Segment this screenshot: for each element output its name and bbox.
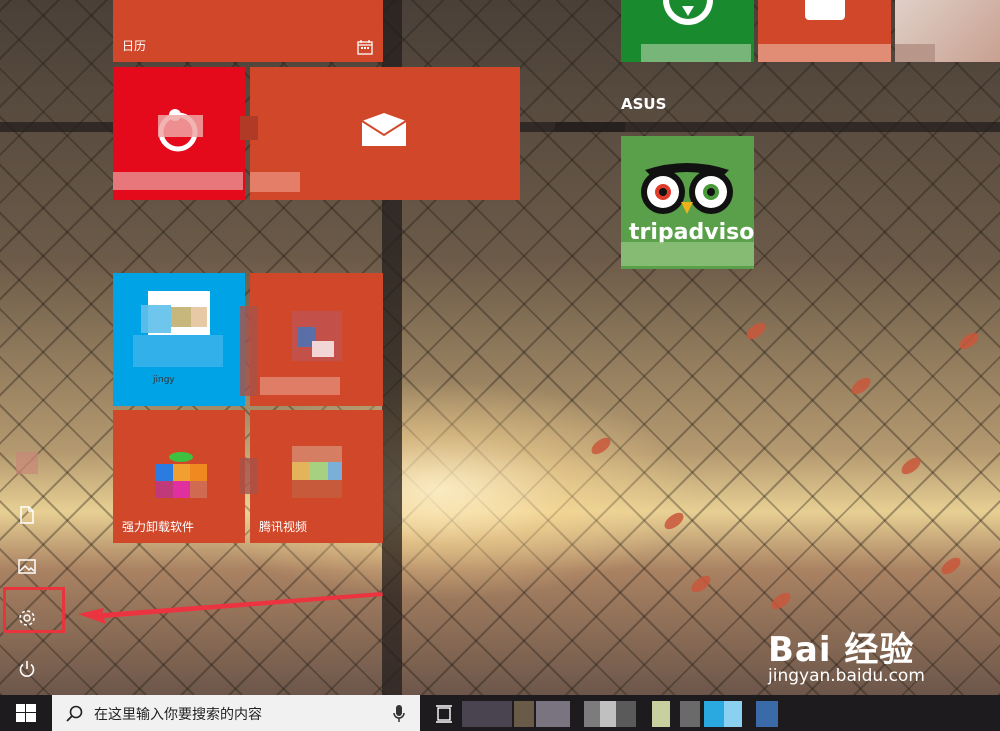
green-app-tile[interactable]	[621, 0, 754, 62]
taskbar-app[interactable]	[600, 701, 616, 727]
pixelated-logo	[191, 307, 207, 327]
pixelated-edge	[240, 116, 258, 140]
calendar-tile[interactable]: 日历	[113, 0, 383, 62]
annotation-arrow	[78, 592, 383, 624]
green-app-logo-icon	[663, 0, 713, 25]
documents-icon[interactable]	[16, 504, 38, 526]
uninstaller-tile[interactable]: 强力卸载软件	[113, 410, 245, 543]
netease-music-tile[interactable]	[113, 67, 245, 200]
pixelated-label	[641, 44, 751, 62]
colorful-app-tile[interactable]	[250, 273, 383, 406]
taskbar-app[interactable]	[616, 701, 636, 727]
pixelated-label	[758, 44, 891, 62]
power-icon[interactable]	[16, 658, 38, 680]
tencent-video-label: 腾讯视频	[259, 520, 308, 534]
photo-tile[interactable]	[895, 0, 1000, 62]
pixelated-edge	[240, 458, 258, 494]
calendar-icon	[357, 40, 373, 55]
taskbar-app[interactable]	[584, 701, 600, 727]
pixelated-logo	[171, 307, 191, 327]
pixelated-logo	[312, 341, 334, 357]
search-icon	[66, 705, 83, 722]
pixelated-label	[621, 242, 754, 266]
settings-highlight-box	[3, 587, 65, 633]
taskbar-app[interactable]	[652, 701, 670, 727]
baidu-jingyan-watermark: Bai 经验 jingyan.baidu.com	[760, 620, 990, 690]
pixelated-label	[250, 172, 300, 192]
windows-logo-icon	[16, 704, 36, 722]
pixelated-label	[113, 172, 243, 190]
tencent-video-tile[interactable]: 腾讯视频	[250, 410, 383, 543]
watermark-main: Bai 经验	[768, 630, 915, 670]
user-avatar[interactable]	[16, 452, 38, 474]
start-button[interactable]	[0, 695, 52, 731]
tencent-video-icon	[292, 446, 342, 498]
uninstaller-label: 强力卸载软件	[122, 520, 195, 534]
blue-app-tile[interactable]: jingy	[113, 273, 245, 406]
orange-app-tile[interactable]	[758, 0, 891, 62]
taskbar-app[interactable]	[680, 701, 700, 727]
mail-tile[interactable]	[250, 67, 520, 200]
taskbar-app[interactable]	[514, 701, 534, 727]
mail-envelope-icon	[361, 113, 407, 146]
wallpaper-rail-segment	[555, 122, 625, 132]
pixelated-label	[260, 377, 340, 395]
task-view-icon[interactable]	[436, 705, 452, 723]
taskbar-app[interactable]	[536, 701, 570, 727]
pixelated-logo	[158, 115, 203, 137]
asus-group-title: ASUS	[621, 95, 667, 113]
taskbar: 在这里输入你要搜索的内容	[0, 695, 1000, 731]
pixelated-block	[133, 335, 223, 367]
taskbar-app[interactable]	[756, 701, 778, 727]
uninstaller-icon	[155, 452, 207, 498]
pixelated-label	[895, 44, 935, 62]
microphone-icon[interactable]	[392, 704, 406, 724]
calendar-label: 日历	[122, 39, 147, 53]
pixelated-logo	[141, 305, 171, 333]
taskbar-app[interactable]	[724, 701, 742, 727]
blue-tile-caption: jingy	[153, 375, 175, 385]
tripadvisor-owl-icon	[641, 163, 733, 214]
watermark-url: jingyan.baidu.com	[768, 666, 925, 686]
search-placeholder: 在这里输入你要搜索的内容	[94, 707, 262, 723]
pixelated-edge	[240, 306, 258, 396]
app-box-icon	[805, 0, 845, 20]
taskbar-app[interactable]	[462, 701, 512, 727]
taskbar-app[interactable]	[704, 701, 724, 727]
search-box[interactable]: 在这里输入你要搜索的内容	[52, 695, 420, 731]
tripadvisor-tile[interactable]: tripadvisor	[621, 136, 754, 269]
pictures-icon[interactable]	[16, 556, 38, 578]
